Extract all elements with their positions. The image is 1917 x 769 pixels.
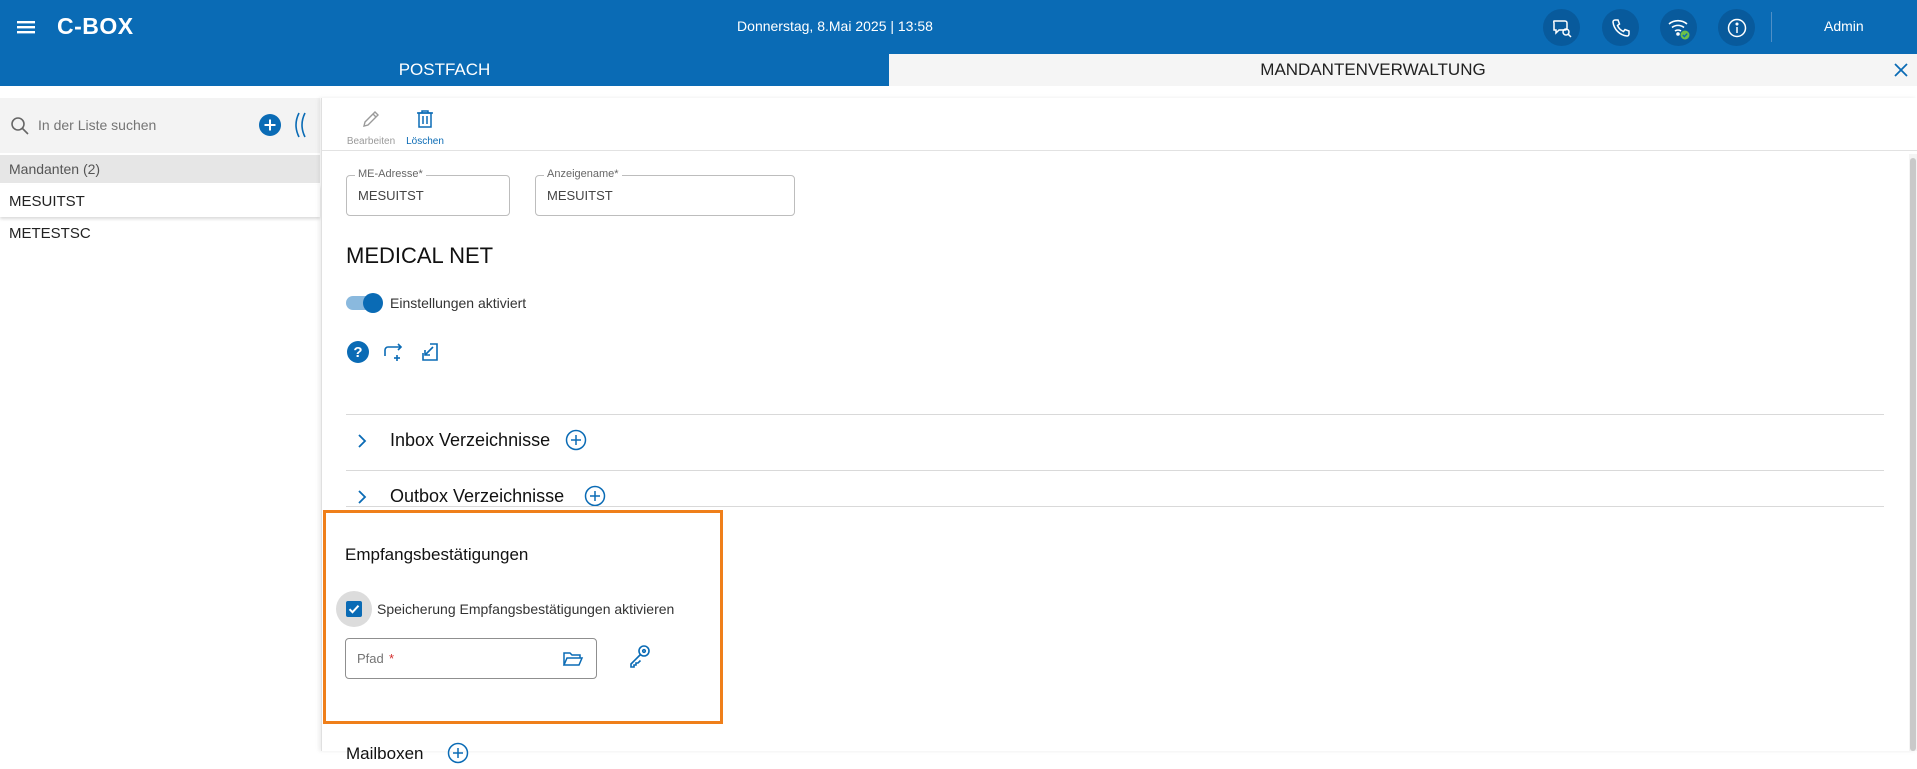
- add-outbox-button[interactable]: [584, 485, 606, 507]
- path-field[interactable]: *: [345, 638, 597, 679]
- accordion-inbox[interactable]: Inbox Verzeichnisse: [346, 415, 1884, 467]
- scrollbar-thumb[interactable]: [1910, 158, 1916, 751]
- add-mailbox-button[interactable]: [447, 742, 469, 764]
- user-menu[interactable]: Admin: [1824, 18, 1864, 34]
- add-mandant-button[interactable]: [258, 113, 282, 137]
- accordion-inbox-label: Inbox Verzeichnisse: [390, 430, 551, 450]
- toolbar-separator: [1771, 12, 1772, 42]
- me-address-field[interactable]: ME-Adresse* MESUITST: [346, 168, 510, 216]
- close-icon: [1894, 63, 1908, 77]
- receipts-checkbox-label: Speicherung Empfangsbestätigungen aktivi…: [377, 601, 675, 617]
- help-icon: ?: [347, 341, 369, 363]
- list-item[interactable]: MESUITST: [0, 185, 320, 217]
- list-item[interactable]: METESTSC: [0, 217, 320, 249]
- key-icon: [630, 645, 650, 668]
- display-name-label: Anzeigename*: [544, 168, 622, 180]
- wifi-status-button[interactable]: [1660, 9, 1697, 46]
- receipts-checkbox[interactable]: [346, 601, 362, 617]
- trash-icon: [417, 110, 433, 128]
- browse-folder-button[interactable]: [562, 649, 584, 674]
- plus-circle-outline-icon: [565, 429, 587, 451]
- chevron-right-icon: [358, 490, 367, 504]
- wifi-connected-icon: [1667, 19, 1689, 39]
- edit-button[interactable]: Bearbeiten: [341, 108, 401, 147]
- collapse-panel-button[interactable]: [290, 111, 308, 139]
- forward-add-button[interactable]: [382, 340, 406, 364]
- list-search-input[interactable]: [38, 112, 248, 138]
- top-bar: C-BOX Donnerstag, 8.Mai 2025 | 13:58 Adm…: [0, 0, 1917, 54]
- help-button[interactable]: ?: [346, 340, 370, 364]
- pencil-icon: [363, 111, 379, 127]
- plus-circle-outline-icon: [584, 485, 606, 507]
- section-title: MEDICAL NET: [346, 243, 494, 268]
- plus-circle-outline-icon: [447, 742, 469, 764]
- plus-circle-icon: [259, 114, 281, 136]
- chevron-right-icon: [358, 434, 367, 448]
- chat-search-icon: [1552, 19, 1572, 38]
- close-tab-button[interactable]: [1891, 60, 1911, 80]
- mandant-detail-panel: Bearbeiten Löschen ME-Adresse* MESUITST …: [321, 98, 1917, 764]
- mandant-list-panel: Mandanten (2) MESUITST METESTSC: [0, 98, 320, 751]
- section-divider: [346, 506, 1884, 507]
- svg-text:?: ?: [353, 344, 362, 361]
- toggle-knob: [363, 293, 383, 313]
- folder-open-icon: [562, 652, 584, 666]
- display-name-field[interactable]: Anzeigename* MESUITST: [535, 168, 795, 216]
- delete-button[interactable]: Löschen: [395, 108, 455, 147]
- tab-postfach[interactable]: POSTFACH: [0, 54, 889, 86]
- me-address-label: ME-Adresse*: [355, 168, 426, 180]
- list-search-bar: [0, 98, 320, 153]
- info-button[interactable]: [1718, 9, 1755, 46]
- me-address-value: MESUITST: [358, 188, 424, 203]
- forward-add-icon: [384, 343, 403, 361]
- settings-toggle[interactable]: [346, 293, 383, 313]
- tab-mandantenverwaltung[interactable]: MANDANTENVERWALTUNG: [889, 54, 1917, 86]
- accordion-outbox-label: Outbox Verzeichnisse: [390, 486, 565, 506]
- tab-mandantenverwaltung-label: MANDANTENVERWALTUNG: [1260, 60, 1486, 79]
- info-icon: [1727, 18, 1746, 37]
- double-chevron-left-icon: [295, 112, 306, 138]
- path-required-mark: *: [389, 651, 395, 666]
- datetime-display: Donnerstag, 8.Mai 2025 | 13:58: [737, 18, 933, 34]
- chat-search-button[interactable]: [1543, 9, 1580, 46]
- phone-button[interactable]: [1602, 9, 1639, 46]
- delete-button-label: Löschen: [406, 136, 444, 147]
- import-button[interactable]: [418, 340, 442, 364]
- path-input[interactable]: [357, 651, 527, 666]
- add-inbox-button[interactable]: [565, 429, 587, 451]
- path-credentials-button[interactable]: [627, 643, 655, 671]
- mailboxen-title: Mailboxen: [346, 744, 424, 763]
- search-icon: [11, 117, 29, 135]
- phone-icon: [1611, 18, 1630, 37]
- receipts-title: Empfangsbestätigungen: [345, 545, 529, 564]
- import-icon: [422, 343, 438, 361]
- checkmark-icon: [348, 605, 360, 614]
- list-group-header: Mandanten (2): [0, 155, 320, 183]
- tab-bar: POSTFACH MANDANTENVERWALTUNG: [0, 54, 1917, 86]
- settings-toggle-label: Einstellungen aktiviert: [390, 295, 527, 311]
- edit-button-label: Bearbeiten: [346, 136, 396, 147]
- detail-toolbar: Bearbeiten Löschen: [322, 98, 1917, 151]
- display-name-value: MESUITST: [547, 188, 613, 203]
- highlight-frame: [323, 510, 723, 724]
